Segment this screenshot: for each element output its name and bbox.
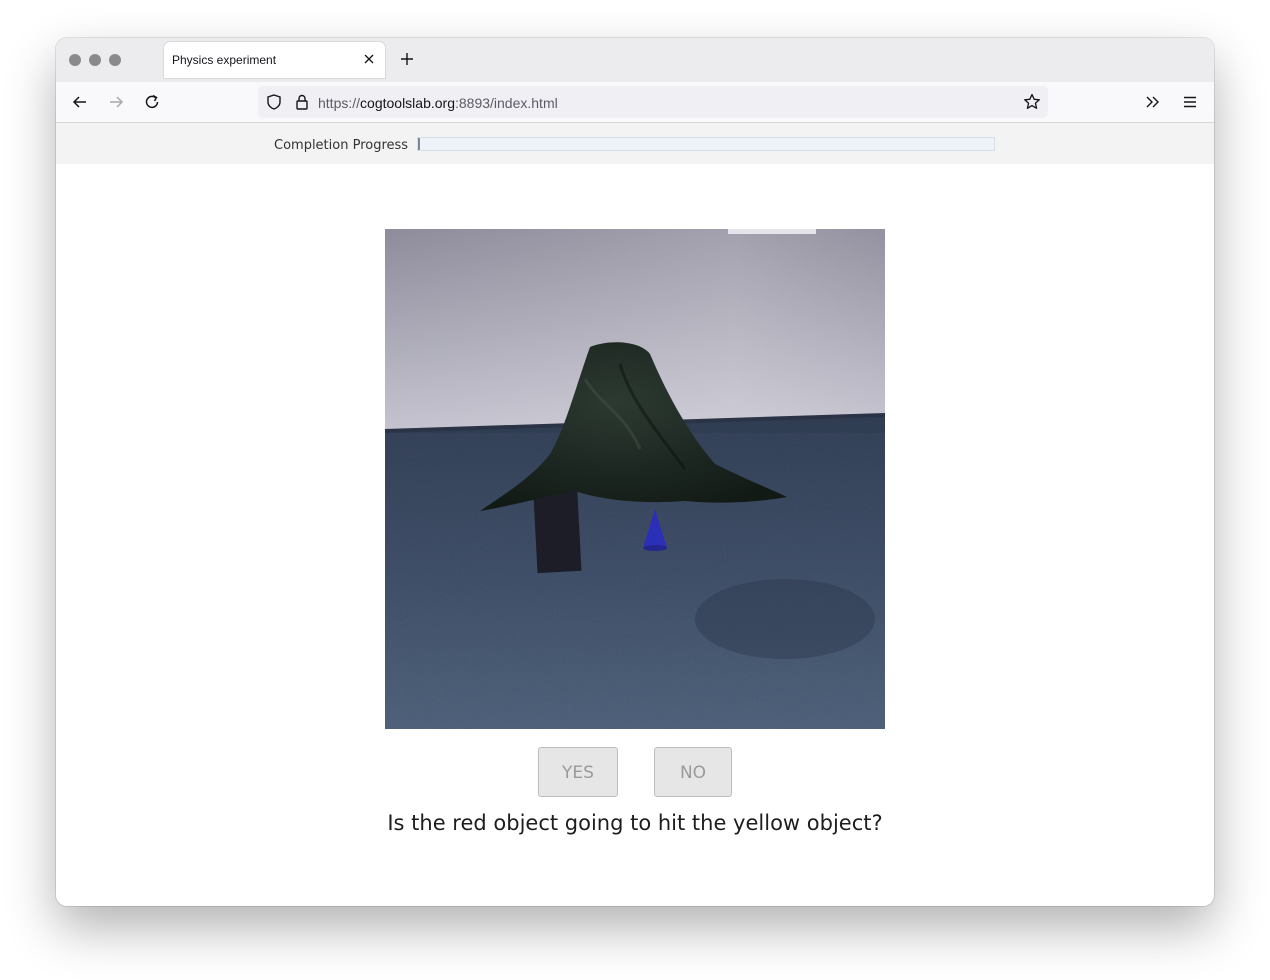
progress-section: Completion Progress [56,123,1214,164]
extensions-overflow-icon[interactable] [1143,92,1163,112]
url-host: cogtoolslab.org [360,95,455,111]
back-icon[interactable] [70,92,90,112]
maximize-window-icon[interactable] [109,54,121,66]
progress-label: Completion Progress [274,138,409,153]
no-button[interactable]: NO [654,747,732,797]
menu-icon[interactable] [1180,92,1200,112]
progress-bar [417,137,995,151]
close-window-icon[interactable] [69,54,81,66]
url-text[interactable]: https://cogtoolslab.org:8893/index.html [318,95,558,111]
progress-bar-fill [418,138,420,150]
shield-icon[interactable] [264,92,284,112]
question-text: Is the red object going to hit the yello… [387,811,883,835]
url-scheme: https:// [318,95,361,111]
physics-scene-image [385,229,885,729]
forward-icon[interactable] [106,92,126,112]
url-path: :8893/index.html [454,95,558,111]
browser-tab[interactable]: Physics experiment [164,42,385,78]
browser-window: Physics experiment https://cogtoolslab.o [56,38,1214,906]
reload-icon[interactable] [142,92,162,112]
tab-close-icon[interactable] [360,50,378,68]
lock-icon[interactable] [292,92,312,112]
minimize-window-icon[interactable] [89,54,101,66]
navigation-toolbar: https://cogtoolslab.org:8893/index.html [56,82,1214,123]
yes-button[interactable]: YES [538,747,618,797]
new-tab-icon[interactable] [398,50,416,68]
bookmark-star-icon[interactable] [1022,92,1042,112]
address-bar[interactable]: https://cogtoolslab.org:8893/index.html [258,86,1048,118]
tab-title: Physics experiment [172,53,277,67]
tab-bar: Physics experiment [56,38,1214,82]
page-content: Completion Progress YES NO Is the red ob… [56,123,1214,906]
